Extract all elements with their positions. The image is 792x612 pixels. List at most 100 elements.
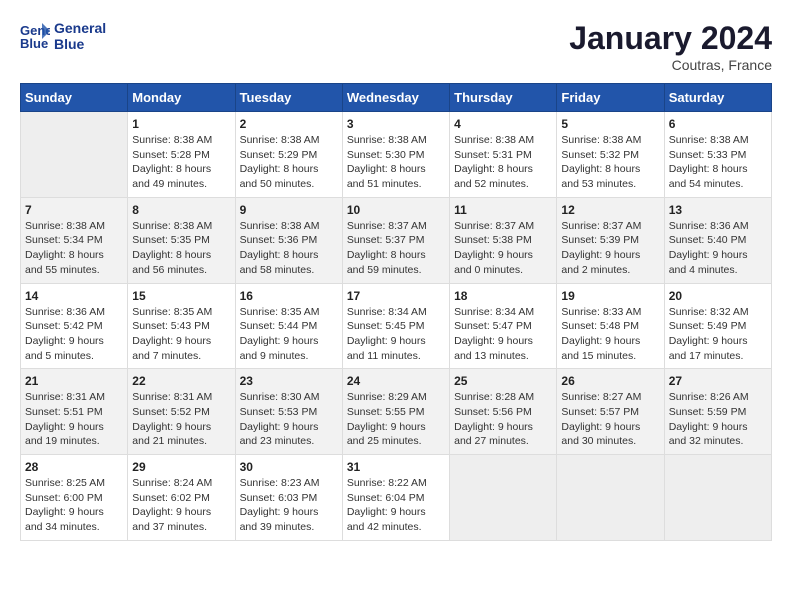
day-number: 10 — [347, 203, 445, 217]
title-block: January 2024 Coutras, France — [569, 20, 772, 73]
day-number: 22 — [132, 374, 230, 388]
calendar-day-cell: 11 Sunrise: 8:37 AMSunset: 5:38 PMDayligh… — [450, 197, 557, 283]
day-number: 31 — [347, 460, 445, 474]
calendar-day-cell: 20Sunrise: 8:32 AMSunset: 5:49 PMDayligh… — [664, 283, 771, 369]
day-number: 27 — [669, 374, 767, 388]
day-number: 5 — [561, 117, 659, 131]
day-info: Sunrise: 8:23 AMSunset: 6:03 PMDaylight:… — [240, 476, 338, 535]
calendar-day-cell: 13 Sunrise: 8:36 AMSunset: 5:40 PMDayligh… — [664, 197, 771, 283]
svg-text:Blue: Blue — [20, 36, 48, 51]
calendar-day-cell: 28Sunrise: 8:25 AMSunset: 6:00 PMDayligh… — [21, 455, 128, 541]
day-info: Sunrise: 8:26 AMSunset: 5:59 PMDaylight:… — [669, 390, 767, 449]
day-info: Sunrise: 8:34 AMSunset: 5:45 PMDaylight:… — [347, 305, 445, 364]
calendar-day-cell: 15 Sunrise: 8:35 AMSunset: 5:43 PMDayligh… — [128, 283, 235, 369]
col-saturday: Saturday — [664, 84, 771, 112]
day-number: 23 — [240, 374, 338, 388]
day-number: 14 — [25, 289, 123, 303]
day-info: Sunrise: 8:38 AMSunset: 5:28 PMDaylight:… — [132, 133, 230, 192]
day-info: Sunrise: 8:38 AMSunset: 5:33 PMDaylight:… — [669, 133, 767, 192]
calendar-week-row: 28Sunrise: 8:25 AMSunset: 6:00 PMDayligh… — [21, 455, 772, 541]
calendar-day-cell — [21, 112, 128, 198]
calendar-day-cell: 5 Sunrise: 8:38 AMSunset: 5:32 PMDaylight… — [557, 112, 664, 198]
col-thursday: Thursday — [450, 84, 557, 112]
month-title: January 2024 — [569, 20, 772, 57]
calendar-day-cell: 31 Sunrise: 8:22 AMSunset: 6:04 PMDayligh… — [342, 455, 449, 541]
day-info: Sunrise: 8:37 AMSunset: 5:39 PMDaylight:… — [561, 219, 659, 278]
day-info: Sunrise: 8:37 AMSunset: 5:38 PMDaylight:… — [454, 219, 552, 278]
day-info: Sunrise: 8:27 AMSunset: 5:57 PMDaylight:… — [561, 390, 659, 449]
day-info: Sunrise: 8:22 AMSunset: 6:04 PMDaylight:… — [347, 476, 445, 535]
calendar-day-cell: 18 Sunrise: 8:34 AMSunset: 5:47 PMDayligh… — [450, 283, 557, 369]
day-number: 18 — [454, 289, 552, 303]
day-number: 15 — [132, 289, 230, 303]
calendar-day-cell: 29Sunrise: 8:24 AMSunset: 6:02 PMDayligh… — [128, 455, 235, 541]
calendar-day-cell: 6 Sunrise: 8:38 AMSunset: 5:33 PMDaylight… — [664, 112, 771, 198]
day-number: 28 — [25, 460, 123, 474]
day-info: Sunrise: 8:38 AMSunset: 5:31 PMDaylight:… — [454, 133, 552, 192]
day-number: 6 — [669, 117, 767, 131]
logo: General Blue General Blue — [20, 20, 106, 52]
day-number: 4 — [454, 117, 552, 131]
day-number: 12 — [561, 203, 659, 217]
day-number: 2 — [240, 117, 338, 131]
day-number: 17 — [347, 289, 445, 303]
col-friday: Friday — [557, 84, 664, 112]
day-number: 13 — [669, 203, 767, 217]
page-header: General Blue General Blue January 2024 C… — [20, 20, 772, 73]
day-info: Sunrise: 8:38 AMSunset: 5:29 PMDaylight:… — [240, 133, 338, 192]
calendar-day-cell: 2 Sunrise: 8:38 AMSunset: 5:29 PMDaylight… — [235, 112, 342, 198]
calendar-week-row: 1 Sunrise: 8:38 AMSunset: 5:28 PMDaylight… — [21, 112, 772, 198]
calendar-header-row: Sunday Monday Tuesday Wednesday Thursday… — [21, 84, 772, 112]
calendar-day-cell: 26 Sunrise: 8:27 AMSunset: 5:57 PMDayligh… — [557, 369, 664, 455]
day-info: Sunrise: 8:30 AMSunset: 5:53 PMDaylight:… — [240, 390, 338, 449]
calendar-day-cell: 4 Sunrise: 8:38 AMSunset: 5:31 PMDaylight… — [450, 112, 557, 198]
calendar-day-cell: 9 Sunrise: 8:38 AMSunset: 5:36 PMDaylight… — [235, 197, 342, 283]
day-info: Sunrise: 8:24 AMSunset: 6:02 PMDaylight:… — [132, 476, 230, 535]
calendar-day-cell — [664, 455, 771, 541]
calendar-day-cell: 7 Sunrise: 8:38 AMSunset: 5:34 PMDaylight… — [21, 197, 128, 283]
day-info: Sunrise: 8:38 AMSunset: 5:32 PMDaylight:… — [561, 133, 659, 192]
calendar-day-cell: 10 Sunrise: 8:37 AMSunset: 5:37 PMDayligh… — [342, 197, 449, 283]
day-number: 9 — [240, 203, 338, 217]
day-info: Sunrise: 8:33 AMSunset: 5:48 PMDaylight:… — [561, 305, 659, 364]
calendar-day-cell: 23 Sunrise: 8:30 AMSunset: 5:53 PMDayligh… — [235, 369, 342, 455]
calendar-day-cell: 17 Sunrise: 8:34 AMSunset: 5:45 PMDayligh… — [342, 283, 449, 369]
day-info: Sunrise: 8:38 AMSunset: 5:36 PMDaylight:… — [240, 219, 338, 278]
location: Coutras, France — [569, 57, 772, 73]
col-tuesday: Tuesday — [235, 84, 342, 112]
calendar-day-cell: 22 Sunrise: 8:31 AMSunset: 5:52 PMDayligh… — [128, 369, 235, 455]
calendar-day-cell: 30 Sunrise: 8:23 AMSunset: 6:03 PMDayligh… — [235, 455, 342, 541]
day-info: Sunrise: 8:38 AMSunset: 5:34 PMDaylight:… — [25, 219, 123, 278]
calendar-week-row: 14Sunrise: 8:36 AMSunset: 5:42 PMDayligh… — [21, 283, 772, 369]
calendar-day-cell — [557, 455, 664, 541]
day-info: Sunrise: 8:36 AMSunset: 5:40 PMDaylight:… — [669, 219, 767, 278]
calendar-week-row: 21Sunrise: 8:31 AMSunset: 5:51 PMDayligh… — [21, 369, 772, 455]
day-info: Sunrise: 8:32 AMSunset: 5:49 PMDaylight:… — [669, 305, 767, 364]
day-number: 26 — [561, 374, 659, 388]
calendar-day-cell: 14Sunrise: 8:36 AMSunset: 5:42 PMDayligh… — [21, 283, 128, 369]
day-number: 1 — [132, 117, 230, 131]
day-info: Sunrise: 8:31 AMSunset: 5:52 PMDaylight:… — [132, 390, 230, 449]
day-number: 25 — [454, 374, 552, 388]
calendar-day-cell: 19 Sunrise: 8:33 AMSunset: 5:48 PMDayligh… — [557, 283, 664, 369]
day-info: Sunrise: 8:35 AMSunset: 5:43 PMDaylight:… — [132, 305, 230, 364]
col-sunday: Sunday — [21, 84, 128, 112]
day-number: 24 — [347, 374, 445, 388]
day-number: 11 — [454, 203, 552, 217]
day-info: Sunrise: 8:37 AMSunset: 5:37 PMDaylight:… — [347, 219, 445, 278]
day-number: 3 — [347, 117, 445, 131]
day-info: Sunrise: 8:34 AMSunset: 5:47 PMDaylight:… — [454, 305, 552, 364]
col-wednesday: Wednesday — [342, 84, 449, 112]
calendar-table: Sunday Monday Tuesday Wednesday Thursday… — [20, 83, 772, 541]
calendar-day-cell: 12 Sunrise: 8:37 AMSunset: 5:39 PMDayligh… — [557, 197, 664, 283]
day-info: Sunrise: 8:31 AMSunset: 5:51 PMDaylight:… — [25, 390, 123, 449]
day-number: 7 — [25, 203, 123, 217]
day-number: 30 — [240, 460, 338, 474]
day-number: 19 — [561, 289, 659, 303]
col-monday: Monday — [128, 84, 235, 112]
day-number: 8 — [132, 203, 230, 217]
calendar-day-cell: 3Sunrise: 8:38 AMSunset: 5:30 PMDaylight… — [342, 112, 449, 198]
day-info: Sunrise: 8:29 AMSunset: 5:55 PMDaylight:… — [347, 390, 445, 449]
calendar-day-cell: 1 Sunrise: 8:38 AMSunset: 5:28 PMDaylight… — [128, 112, 235, 198]
calendar-day-cell: 25Sunrise: 8:28 AMSunset: 5:56 PMDayligh… — [450, 369, 557, 455]
